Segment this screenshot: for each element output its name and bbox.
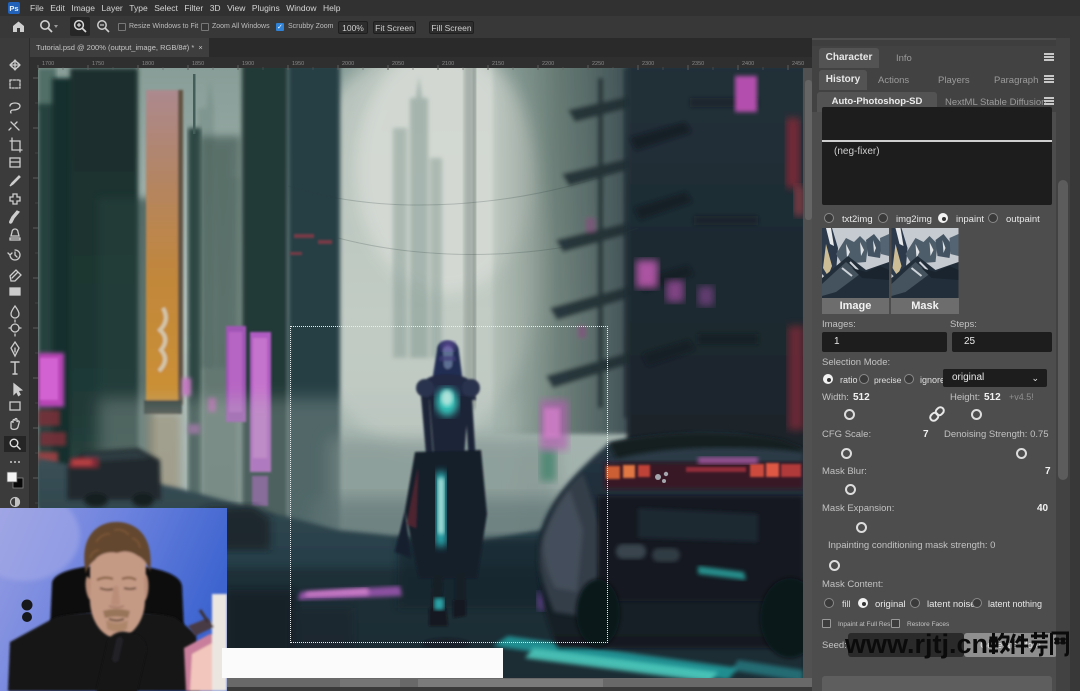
svg-text:1800: 1800: [142, 61, 154, 67]
svg-text:1900: 1900: [242, 61, 254, 67]
svg-text:1950: 1950: [292, 61, 304, 67]
svg-text:2100: 2100: [442, 61, 454, 67]
svg-text:2400: 2400: [742, 61, 754, 67]
svg-text:2050: 2050: [392, 61, 404, 67]
svg-text:1850: 1850: [192, 61, 204, 67]
svg-text:2000: 2000: [342, 61, 354, 67]
svg-text:1700: 1700: [42, 61, 54, 67]
svg-text:2200: 2200: [542, 61, 554, 67]
svg-text:2300: 2300: [642, 61, 654, 67]
svg-text:1750: 1750: [92, 61, 104, 67]
svg-text:2150: 2150: [492, 61, 504, 67]
svg-text:2450: 2450: [792, 61, 804, 67]
svg-text:2350: 2350: [692, 61, 704, 67]
svg-text:2250: 2250: [592, 61, 604, 67]
